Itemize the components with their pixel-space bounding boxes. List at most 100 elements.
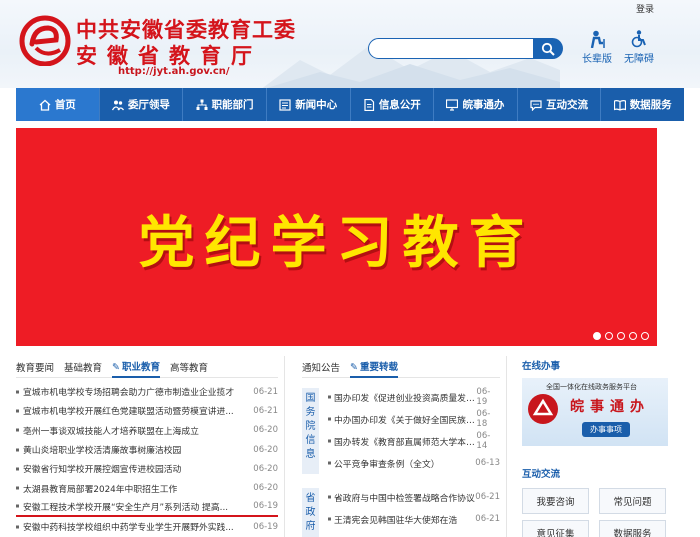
news-date: 06-21 — [475, 492, 500, 502]
list-item[interactable]: 宣城市机电学校专场招聘会助力广德市制造业企业揽才 06-21 — [16, 382, 278, 401]
nav-wanshitong[interactable]: 皖事通办 — [434, 88, 518, 121]
list-item[interactable]: 国办转发《教育部直属师范大学本研... 06-14 — [328, 430, 500, 452]
tab-notices[interactable]: 通知公告 — [302, 357, 340, 377]
carousel-dot[interactable] — [605, 332, 613, 340]
list-item[interactable]: 黄山炎培职业学校活清廉故事树廉洁校园 06-20 — [16, 440, 278, 459]
nav-news-center[interactable]: 新闻中心 — [267, 88, 351, 121]
news-date: 06-19 — [476, 387, 491, 407]
pen-icon: ✎ — [112, 361, 120, 373]
news-tabs: 教育要闻 基础教育 ✎ 职业教育 高等教育 — [16, 356, 278, 378]
nav-home[interactable]: 首页 — [16, 88, 100, 121]
elder-icon — [590, 30, 605, 48]
login-link[interactable]: 登录 — [636, 2, 654, 15]
news-date: 06-21 — [475, 514, 500, 524]
consult-button[interactable]: 我要咨询 — [522, 488, 589, 514]
news-list: 宣城市机电学校专场招聘会助力广德市制造业企业揽才 06-21 宣城市机电学校开展红… — [16, 382, 278, 536]
platform-name: 全国一体化在线政务服务平台 — [546, 383, 637, 391]
nav-info-disclosure[interactable]: 信息公开 — [351, 88, 435, 121]
list-item[interactable]: 中办国办印发《关于做好全国民族团... 06-18 — [328, 408, 500, 430]
news-title[interactable]: 王清宪会见韩国驻华大使郑在浩 — [328, 513, 457, 526]
list-item[interactable]: 亳州一事谈双城技能人才培养联盟在上海成立 06-20 — [16, 421, 278, 440]
news-title[interactable]: 亳州一事谈双城技能人才培养联盟在上海成立 — [16, 424, 199, 437]
divider — [506, 356, 507, 537]
notices-panel: 通知公告 ✎ 重要转载 国务院信息 国办印发《促进创业投资高质量发展... 06-1… — [290, 356, 500, 537]
monitor-icon — [446, 98, 459, 111]
news-title[interactable]: 公平竞争审查条例（全文） — [328, 457, 440, 470]
news-date: 06-13 — [475, 458, 500, 468]
list-item[interactable]: 太湖县教育局部署2024年中职招生工作 06-20 — [16, 478, 278, 497]
interaction-title: 互动交流 — [522, 469, 561, 480]
tab-education-news[interactable]: 教育要闻 — [16, 357, 54, 377]
divider — [284, 356, 285, 537]
list-item[interactable]: 公平竞争审查条例（全文） 06-13 — [328, 452, 500, 474]
org-icon — [196, 99, 208, 110]
news-date: 06-20 — [253, 463, 278, 474]
data-service-button[interactable]: 数据服务 — [599, 520, 666, 537]
news-title[interactable]: 安徽省行知学校开展控烟宣传进校园活动 — [16, 462, 181, 475]
nav-label: 首页 — [54, 99, 76, 111]
tab-reprints[interactable]: ✎ 重要转载 — [350, 356, 398, 378]
tab-higher-education[interactable]: 高等教育 — [170, 357, 208, 377]
nav-label: 互动交流 — [546, 99, 589, 111]
news-date: 06-19 — [253, 501, 278, 512]
people-icon — [111, 100, 124, 110]
nav-label: 新闻中心 — [295, 99, 338, 111]
main-nav: 首页 委厅领导 职能部门 新闻中心 信息公开 皖事通办 互动交流 数据服务 — [16, 88, 684, 121]
list-item[interactable]: 安徽中药科技学校组织中药学专业学生开展野外实践... 06-19 — [16, 517, 278, 536]
list-item[interactable]: 安徽省行知学校开展控烟宣传进校园活动 06-20 — [16, 459, 278, 478]
service-items-button[interactable]: 办事事项 — [582, 422, 630, 437]
carousel-dot[interactable] — [617, 332, 625, 340]
list-item[interactable]: 国办印发《促进创业投资高质量发展... 06-19 — [328, 386, 500, 408]
news-title[interactable]: 国办转发《教育部直属师范大学本研... — [328, 435, 476, 448]
news-title[interactable]: 太湖县教育局部署2024年中职招生工作 — [16, 482, 177, 495]
news-date: 06-20 — [253, 444, 278, 455]
list-item[interactable]: 王清宪会见韩国驻华大使郑在浩 06-21 — [328, 508, 500, 530]
nav-departments[interactable]: 职能部门 — [183, 88, 267, 121]
accessibility-icon — [631, 30, 646, 48]
news-title[interactable]: 国办印发《促进创业投资高质量发展... — [328, 391, 476, 404]
accessibility-button[interactable]: 无障碍 — [619, 30, 659, 65]
site-header: 登录 中共安徽省委教育工委 安徽省教育厅 http://jyt.ah.gov.c… — [0, 0, 700, 88]
nav-data-service[interactable]: 数据服务 — [601, 88, 684, 121]
news-icon — [279, 98, 291, 111]
news-title[interactable]: 宣城市机电学校开展红色党建联盟活动暨劳模宣讲进... — [16, 404, 234, 417]
elder-mode-button[interactable]: 长辈版 — [577, 30, 617, 65]
interaction-buttons: 我要咨询 常见问题 意见征集 数据服务 — [522, 488, 684, 537]
carousel-dot[interactable] — [593, 332, 601, 340]
news-date: 06-19 — [253, 521, 278, 532]
news-title[interactable]: 宣城市机电学校专场招聘会助力广德市制造业企业揽才 — [16, 385, 234, 398]
nav-label: 职能部门 — [211, 99, 254, 111]
accessibility-label: 无障碍 — [624, 54, 654, 65]
carousel-dot[interactable] — [641, 332, 649, 340]
list-item[interactable]: 宣城市机电学校开展红色党建联盟活动暨劳模宣讲进... 06-21 — [16, 401, 278, 420]
news-title[interactable]: 中办国办印发《关于做好全国民族团... — [328, 413, 476, 426]
news-date: 06-14 — [476, 431, 491, 451]
wanshitong-logo-icon — [528, 394, 558, 424]
news-title[interactable]: 安徽工程技术学校开展“安全生产月”系列活动 提高... — [16, 500, 228, 513]
online-service-title: 在线办事 — [522, 361, 561, 372]
news-date: 06-21 — [253, 386, 278, 397]
tab-label: 职业教育 — [122, 361, 161, 373]
news-date: 06-20 — [253, 425, 278, 436]
tab-basic-education[interactable]: 基础教育 — [64, 357, 102, 377]
pen-icon: ✎ — [350, 361, 358, 373]
news-title[interactable]: 安徽中药科技学校组织中药学专业学生开展野外实践... — [16, 520, 234, 533]
list-item[interactable]: 省政府与中国中检签署战略合作协议 06-21 — [328, 486, 500, 508]
carousel-dot[interactable] — [629, 332, 637, 340]
nav-interaction[interactable]: 互动交流 — [518, 88, 602, 121]
news-title[interactable]: 黄山炎培职业学校活清廉故事树廉洁校园 — [16, 443, 181, 456]
list-item[interactable]: 安徽工程技术学校开展“安全生产月”系列活动 提高... 06-19 — [16, 498, 278, 518]
faq-button[interactable]: 常见问题 — [599, 488, 666, 514]
wanshitong-banner[interactable]: 全国一体化在线政务服务平台 皖事通办 办事事项 — [522, 378, 668, 446]
news-date: 06-20 — [253, 483, 278, 494]
news-title[interactable]: 省政府与中国中检签署战略合作协议 — [328, 491, 475, 504]
search-input[interactable] — [368, 38, 534, 59]
tab-vocational-education[interactable]: ✎ 职业教育 — [112, 356, 161, 378]
hero-banner[interactable]: 党纪学习教育 — [16, 128, 657, 346]
services-panel: 在线办事 全国一体化在线政务服务平台 皖事通办 办事事项 互动交流 我要咨询 常… — [512, 356, 684, 537]
search-icon — [541, 42, 555, 56]
nav-label: 皖事通办 — [462, 99, 505, 111]
opinion-button[interactable]: 意见征集 — [522, 520, 589, 537]
nav-leadership[interactable]: 委厅领导 — [100, 88, 184, 121]
search-button[interactable] — [533, 38, 563, 59]
